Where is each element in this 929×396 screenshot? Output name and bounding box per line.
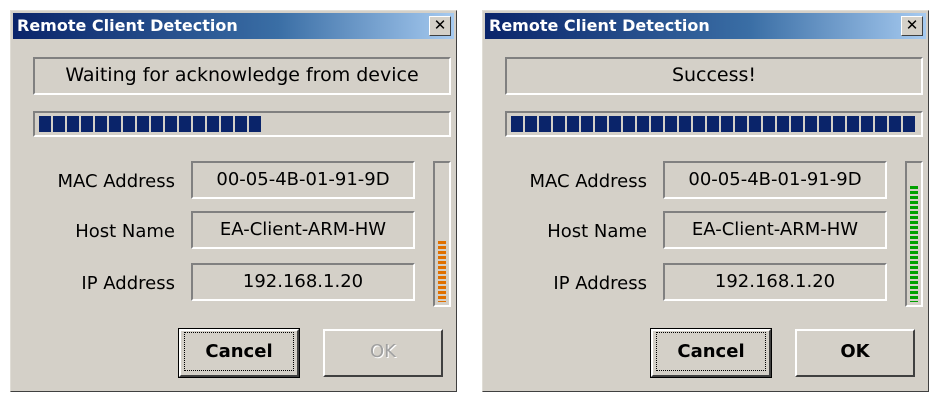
progress-segment — [875, 116, 887, 132]
progress-segment — [539, 116, 551, 132]
signal-meter-fill — [910, 186, 918, 302]
host-name-field: EA-Client-ARM-HW — [663, 211, 887, 249]
dialog-title: Remote Client Detection — [17, 16, 238, 35]
ip-address-field: 192.168.1.20 — [191, 263, 415, 301]
progress-segment — [707, 116, 719, 132]
ok-button[interactable]: OK — [323, 329, 443, 377]
status-text: Waiting for acknowledge from device — [33, 57, 451, 95]
signal-meter-fill — [438, 241, 446, 302]
progress-segment — [81, 116, 93, 132]
close-button[interactable]: ✕ — [429, 16, 451, 36]
ok-button-label: OK — [370, 341, 396, 362]
progress-segment — [95, 116, 107, 132]
remote-client-detection-dialog: Remote Client Detection ✕ Success! MAC A… — [482, 10, 929, 392]
progress-segment — [679, 116, 691, 132]
progress-segment — [553, 116, 565, 132]
progress-segment — [889, 116, 901, 132]
progress-segment — [235, 116, 247, 132]
progress-segment — [221, 116, 233, 132]
ip-address-field: 192.168.1.20 — [663, 263, 887, 301]
progress-bar — [33, 111, 451, 137]
progress-bar — [505, 111, 923, 137]
progress-segment — [151, 116, 163, 132]
progress-segment — [581, 116, 593, 132]
progress-segment — [777, 116, 789, 132]
mac-address-label: MAC Address — [57, 171, 175, 192]
progress-segment — [567, 116, 579, 132]
progress-segment — [861, 116, 873, 132]
progress-segment — [637, 116, 649, 132]
progress-segment — [249, 116, 261, 132]
progress-segment — [179, 116, 191, 132]
progress-segment — [735, 116, 747, 132]
title-bar[interactable]: Remote Client Detection ✕ — [485, 13, 926, 39]
progress-segment — [511, 116, 523, 132]
remote-client-detection-dialog: Remote Client Detection ✕ Waiting for ac… — [10, 10, 457, 392]
progress-segment — [665, 116, 677, 132]
cancel-button[interactable]: Cancel — [178, 328, 300, 378]
mac-address-label: MAC Address — [529, 171, 647, 192]
ok-button-label: OK — [840, 341, 870, 362]
close-icon: ✕ — [905, 16, 919, 34]
cancel-button[interactable]: Cancel — [650, 328, 772, 378]
status-text: Success! — [505, 57, 923, 95]
progress-segment — [847, 116, 859, 132]
progress-segment — [819, 116, 831, 132]
cancel-button-label: Cancel — [656, 332, 766, 371]
progress-segment — [693, 116, 705, 132]
close-icon: ✕ — [433, 16, 447, 34]
cancel-button-label: Cancel — [184, 332, 294, 371]
progress-segment — [193, 116, 205, 132]
progress-segment — [623, 116, 635, 132]
mac-address-field: 00-05-4B-01-91-9D — [663, 161, 887, 199]
progress-segment — [903, 116, 915, 132]
host-name-label: Host Name — [547, 221, 647, 242]
progress-segment — [791, 116, 803, 132]
progress-segment — [207, 116, 219, 132]
mac-address-field: 00-05-4B-01-91-9D — [191, 161, 415, 199]
host-name-label: Host Name — [75, 221, 175, 242]
progress-segment — [137, 116, 149, 132]
progress-segment — [805, 116, 817, 132]
progress-segment — [67, 116, 79, 132]
progress-segment — [53, 116, 65, 132]
progress-segment — [39, 116, 51, 132]
progress-segment — [749, 116, 761, 132]
progress-segment — [123, 116, 135, 132]
progress-segment — [525, 116, 537, 132]
progress-segment — [595, 116, 607, 132]
signal-meter — [905, 161, 923, 307]
progress-segment — [763, 116, 775, 132]
title-bar[interactable]: Remote Client Detection ✕ — [13, 13, 454, 39]
dialog-title: Remote Client Detection — [489, 16, 710, 35]
progress-segment — [165, 116, 177, 132]
host-name-field: EA-Client-ARM-HW — [191, 211, 415, 249]
progress-segment — [651, 116, 663, 132]
progress-segment — [609, 116, 621, 132]
close-button[interactable]: ✕ — [901, 16, 923, 36]
ip-address-label: IP Address — [81, 273, 175, 294]
progress-segment — [721, 116, 733, 132]
progress-segment — [833, 116, 845, 132]
signal-meter — [433, 161, 451, 307]
progress-segment — [109, 116, 121, 132]
ip-address-label: IP Address — [553, 273, 647, 294]
ok-button[interactable]: OK — [795, 329, 915, 377]
